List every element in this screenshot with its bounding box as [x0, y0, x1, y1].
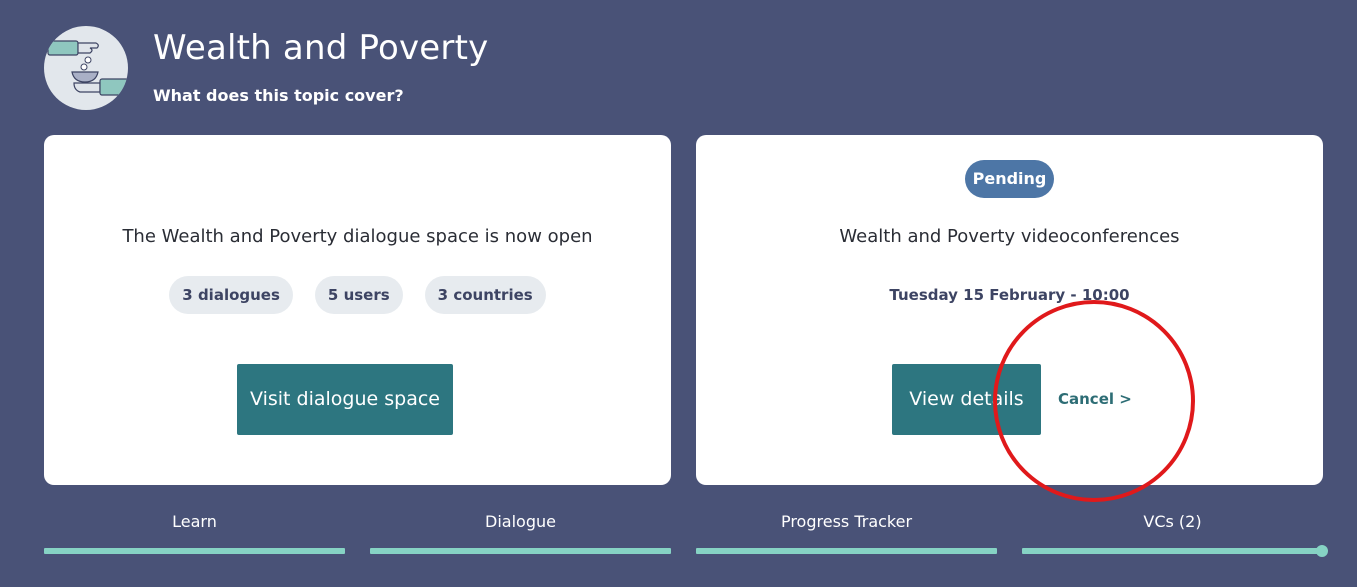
tab-label: Progress Tracker [780, 512, 913, 531]
topic-avatar [44, 26, 128, 110]
topic-tabs: Learn Dialogue Progress Tracker VCs (2) [44, 505, 1328, 565]
tab-label: Learn [172, 512, 217, 531]
tab-vcs[interactable]: VCs (2) [1022, 505, 1328, 565]
view-details-button[interactable]: View details [892, 364, 1041, 435]
topic-header: Wealth and Poverty What does this topic … [44, 26, 744, 110]
visit-dialogue-space-button[interactable]: Visit dialogue space [237, 364, 453, 435]
topic-info-link[interactable]: What does this topic cover? [153, 86, 404, 105]
users-count-badge: 5 users [314, 276, 403, 314]
dialogues-count-badge: 3 dialogues [169, 276, 293, 314]
cancel-link[interactable]: Cancel > [1058, 390, 1132, 408]
status-badge: Pending [965, 160, 1054, 198]
tab-label: VCs (2) [1143, 512, 1202, 531]
tab-learn[interactable]: Learn [44, 505, 345, 565]
stats-pills: 3 dialogues 5 users 3 countries [44, 276, 671, 314]
tab-dialogue[interactable]: Dialogue [370, 505, 671, 565]
videoconference-title: Wealth and Poverty videoconferences [839, 226, 1180, 247]
tab-progress-tracker[interactable]: Progress Tracker [696, 505, 997, 565]
videoconference-card: Pending Wealth and Poverty videoconferen… [696, 135, 1323, 485]
hands-bowl-icon [47, 40, 128, 96]
tab-progress-bar [370, 548, 671, 554]
page-title: Wealth and Poverty [153, 28, 489, 68]
tab-progress-bar [696, 548, 997, 554]
tab-progress-bar [1022, 548, 1323, 554]
tab-progress-bar [44, 548, 345, 554]
dialogue-space-card: The Wealth and Poverty dialogue space is… [44, 135, 671, 485]
tab-label: Dialogue [485, 512, 556, 531]
active-tab-indicator [1316, 545, 1328, 557]
videoconference-datetime: Tuesday 15 February - 10:00 [889, 286, 1130, 304]
countries-count-badge: 3 countries [424, 276, 546, 314]
dialogue-space-message: The Wealth and Poverty dialogue space is… [122, 226, 593, 247]
